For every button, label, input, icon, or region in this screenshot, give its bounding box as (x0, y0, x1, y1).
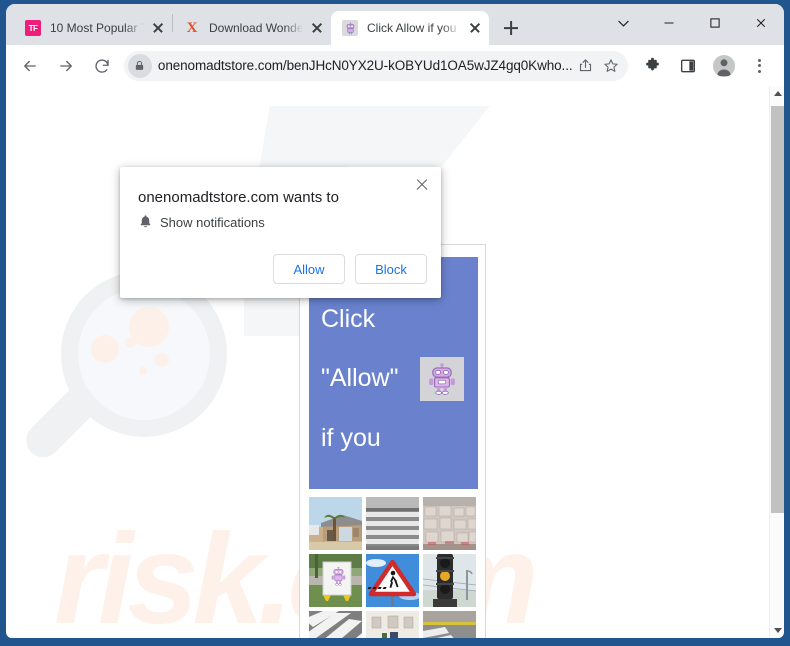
x-logo-icon: X (186, 20, 198, 36)
tab-strip: TF 10 Most Popular To X Download Wonders (6, 4, 784, 45)
address-bar[interactable]: onenomadtstore.com/benJHcN0YX2U-kOBYUd1O… (123, 50, 629, 81)
avatar (713, 54, 736, 77)
omnibox-actions (572, 53, 624, 79)
tab-search-button[interactable] (600, 4, 646, 42)
captcha-cell-parked-cars-street[interactable] (366, 611, 419, 638)
captcha-cell-robot-billboard[interactable] (309, 554, 362, 607)
tf-logo-icon: TF (25, 20, 41, 36)
dialog-request-label: Show notifications (160, 215, 265, 230)
dialog-actions: Allow Block (273, 254, 427, 284)
url-text[interactable]: onenomadtstore.com/benJHcN0YX2U-kOBYUd1O… (158, 58, 572, 73)
close-icon[interactable] (411, 174, 433, 196)
browser-toolbar: onenomadtstore.com/benJHcN0YX2U-kOBYUd1O… (6, 45, 784, 86)
dialog-title: onenomadtstore.com wants to (138, 189, 339, 206)
tab-title: Download Wonders (209, 21, 305, 35)
scroll-thumb[interactable] (771, 106, 784, 513)
back-arrow-icon[interactable] (15, 51, 45, 81)
browser-window-frame: TF 10 Most Popular To X Download Wonders (0, 0, 790, 646)
notification-permission-dialog: onenomadtstore.com wants to Show notific… (120, 167, 441, 298)
block-button[interactable]: Block (355, 254, 427, 284)
scroll-up-arrow-icon[interactable] (770, 86, 784, 101)
dialog-request-row: Show notifications (138, 215, 265, 230)
hero-line-1: Click (321, 304, 376, 333)
browser-window: TF 10 Most Popular To X Download Wonders (6, 4, 784, 638)
hero-line-3: if you (321, 423, 381, 452)
side-panel-icon[interactable] (673, 51, 703, 81)
maximize-button[interactable] (692, 4, 738, 42)
reload-icon[interactable] (87, 51, 117, 81)
tab-title: 10 Most Popular To (50, 21, 146, 35)
tab-close-icon[interactable] (467, 20, 483, 36)
new-tab-button[interactable] (497, 14, 525, 42)
close-button[interactable] (738, 4, 784, 42)
tab-1[interactable]: X Download Wonders (173, 11, 331, 45)
captcha-cell-hillside-houses[interactable] (423, 497, 476, 550)
captcha-cell-traffic-light[interactable] (423, 554, 476, 607)
lock-icon[interactable] (127, 53, 152, 78)
captcha-grid[interactable] (309, 497, 478, 638)
captcha-cell-pedestrian-crossing-sign[interactable] (366, 554, 419, 607)
forward-arrow-icon[interactable] (51, 51, 81, 81)
tab-0[interactable]: TF 10 Most Popular To (14, 11, 172, 45)
menu-dots (758, 58, 762, 73)
profile-avatar-icon[interactable] (709, 51, 739, 81)
tab-close-icon[interactable] (150, 20, 166, 36)
minimize-button[interactable] (646, 4, 692, 42)
share-icon[interactable] (572, 53, 598, 79)
captcha-cell-zebra-crossing[interactable] (309, 611, 362, 638)
star-icon[interactable] (598, 53, 624, 79)
window-controls (600, 4, 784, 42)
three-dot-menu-icon[interactable] (745, 51, 775, 81)
captcha-cell-crosswalk-with-cones[interactable] (423, 611, 476, 638)
hero-line-2: "Allow" (321, 364, 399, 393)
tab-close-icon[interactable] (309, 20, 325, 36)
scroll-down-arrow-icon[interactable] (770, 623, 784, 638)
page-scrollbar[interactable] (769, 86, 784, 638)
tab-title: Click Allow if you ar (367, 21, 463, 35)
page-viewport: risk.com Click "Allow" if you see a robo… (6, 86, 784, 638)
captcha-card: Click "Allow" if you see a robot (299, 244, 486, 638)
captcha-cell-house-with-garage[interactable] (309, 497, 362, 550)
puzzle-piece-icon[interactable] (637, 51, 667, 81)
bell-icon (138, 214, 153, 234)
tab-2[interactable]: Click Allow if you ar (331, 11, 489, 45)
robot-icon (342, 20, 358, 36)
captcha-cell-crosswalk-stripes[interactable] (366, 497, 419, 550)
allow-button[interactable]: Allow (273, 254, 345, 284)
robot-icon (420, 357, 464, 401)
